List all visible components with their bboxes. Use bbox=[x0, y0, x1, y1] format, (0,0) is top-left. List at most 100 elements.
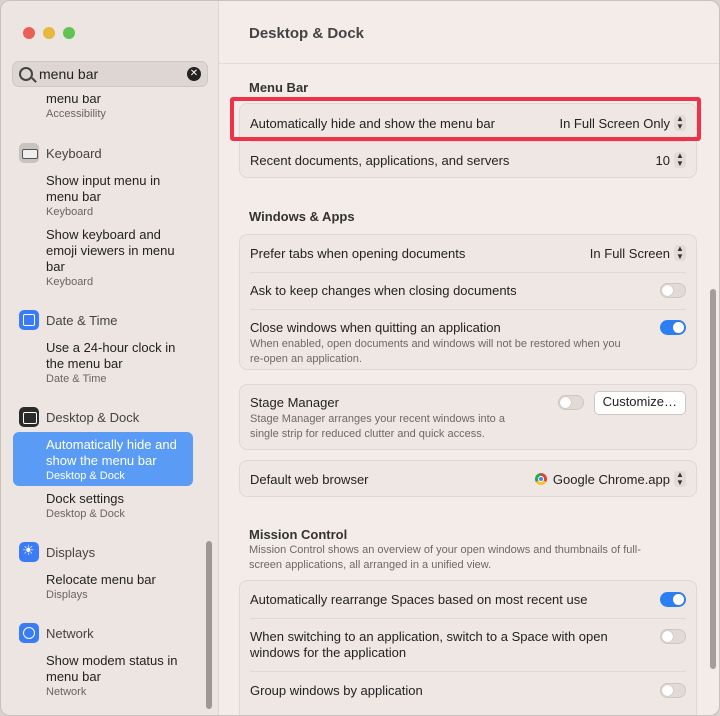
header-divider bbox=[219, 63, 719, 64]
close-windows-row: Close windows when quitting an applicati… bbox=[240, 309, 696, 369]
category-label: Keyboard bbox=[46, 145, 102, 161]
stage-manager-description: single strip for reduced clutter and qui… bbox=[250, 428, 485, 440]
result-title-line: show the menu bar bbox=[46, 453, 157, 468]
stage-manager-toggle[interactable] bbox=[558, 395, 584, 410]
result-title: menu bar bbox=[46, 95, 101, 106]
result-title-line: Dock settings bbox=[46, 491, 125, 506]
group-windows-toggle[interactable] bbox=[660, 683, 686, 698]
prefer-tabs-label: Prefer tabs when opening documents bbox=[250, 246, 466, 261]
result-accessibility-menu-bar[interactable]: menu bar Accessibility bbox=[46, 95, 196, 121]
close-windows-description: re-open an application. bbox=[250, 353, 362, 365]
result-subtitle: Keyboard bbox=[46, 206, 94, 218]
ask-keep-toggle[interactable] bbox=[660, 283, 686, 298]
globe-icon bbox=[19, 623, 39, 643]
result-subtitle: Desktop & Dock bbox=[46, 470, 125, 482]
result-title-line: menu bar bbox=[46, 669, 101, 684]
search-field[interactable]: ✕ bbox=[12, 61, 208, 87]
result-title-line: emoji viewers in menu bbox=[46, 243, 175, 258]
section-title-menu-bar: Menu Bar bbox=[249, 80, 309, 95]
minimize-window-button[interactable] bbox=[43, 27, 55, 39]
category-label: Displays bbox=[46, 544, 96, 560]
category-displays: Displays bbox=[19, 542, 95, 562]
result-keyboard-emoji-viewers[interactable]: Show keyboard and emoji viewers in menu … bbox=[46, 227, 196, 289]
zoom-window-button[interactable] bbox=[63, 27, 75, 39]
result-title-line: bar bbox=[46, 259, 65, 274]
result-show-input-menu[interactable]: Show input menu in menu bar Keyboard bbox=[46, 173, 196, 219]
search-icon bbox=[19, 67, 33, 81]
close-windows-toggle[interactable] bbox=[660, 320, 686, 335]
default-browser-value: Google Chrome.app bbox=[552, 472, 670, 487]
mission-control-description: Mission Control shows an overview of you… bbox=[249, 543, 641, 573]
stage-manager-label: Stage Manager bbox=[250, 395, 339, 410]
result-subtitle: Keyboard bbox=[46, 276, 94, 288]
result-title-line: menu bar bbox=[46, 189, 101, 204]
default-browser-row: Default web browser Google Chrome.app ▲ ▼ bbox=[240, 461, 696, 498]
page-title: Desktop & Dock bbox=[249, 25, 365, 42]
result-subtitle: Desktop & Dock bbox=[46, 508, 125, 520]
stage-manager-row: Stage Manager Stage Manager arranges you… bbox=[240, 385, 696, 451]
category-desktop-dock: Desktop & Dock bbox=[19, 407, 139, 427]
result-24-hour-clock[interactable]: Use a 24-hour clock in the menu bar Date… bbox=[46, 340, 196, 386]
description-line: screen applications, all arranged in a u… bbox=[249, 559, 492, 571]
result-relocate-menu-bar[interactable]: Relocate menu bar Displays bbox=[46, 572, 196, 602]
keyboard-icon bbox=[19, 143, 39, 163]
category-date-time: Date & Time bbox=[19, 310, 118, 330]
description-line: Mission Control shows an overview of you… bbox=[249, 544, 641, 556]
switch-space-label: When switching to an application, switch… bbox=[250, 629, 608, 644]
recent-items-popup[interactable]: 10 bbox=[656, 153, 670, 168]
clear-search-icon[interactable]: ✕ bbox=[187, 67, 201, 81]
highlight-box bbox=[230, 97, 701, 141]
desktop-dock-icon bbox=[19, 407, 39, 427]
section-title-windows-apps: Windows & Apps bbox=[249, 209, 355, 224]
group-windows-label: Group windows by application bbox=[250, 683, 423, 698]
result-title-line: the menu bar bbox=[46, 356, 123, 371]
result-auto-hide-menu-bar[interactable]: Automatically hide and show the menu bar… bbox=[13, 432, 193, 486]
recent-items-label: Recent documents, applications, and serv… bbox=[250, 153, 510, 168]
ask-keep-label: Ask to keep changes when closing documen… bbox=[250, 283, 517, 298]
category-keyboard: Keyboard bbox=[19, 143, 102, 163]
switch-space-toggle[interactable] bbox=[660, 629, 686, 644]
calendar-clock-icon bbox=[19, 310, 39, 330]
rearrange-spaces-toggle[interactable] bbox=[660, 592, 686, 607]
category-label: Desktop & Dock bbox=[46, 409, 140, 425]
result-subtitle: Accessibility bbox=[46, 108, 106, 120]
category-network: Network bbox=[19, 623, 94, 643]
close-windows-label: Close windows when quitting an applicati… bbox=[250, 320, 501, 335]
close-window-button[interactable] bbox=[23, 27, 35, 39]
customize-button[interactable]: Customize… bbox=[593, 391, 686, 415]
result-title-line: Show modem status in bbox=[46, 653, 178, 668]
result-title-line: Relocate menu bar bbox=[46, 572, 156, 587]
popup-chevron-icon[interactable]: ▲ ▼ bbox=[674, 245, 686, 261]
recent-items-row: Recent documents, applications, and serv… bbox=[240, 141, 696, 178]
main-pane: Desktop & Dock Menu Bar Automatically hi… bbox=[219, 1, 719, 715]
popup-chevron-icon[interactable]: ▲ ▼ bbox=[674, 152, 686, 168]
group-windows-row: Group windows by application bbox=[240, 671, 696, 708]
result-title-line: Show input menu in bbox=[46, 173, 161, 188]
switch-space-label: windows for the application bbox=[250, 645, 407, 660]
stage-manager-description: Stage Manager arranges your recent windo… bbox=[250, 413, 505, 425]
result-title-line: Automatically hide and bbox=[46, 437, 177, 452]
mission-control-group: Automatically rearrange Spaces based on … bbox=[239, 580, 697, 715]
popup-chevron-icon[interactable]: ▲ ▼ bbox=[674, 471, 686, 487]
sidebar: ✕ menu bar Accessibility Keyboard Show i… bbox=[1, 1, 219, 715]
result-modem-status[interactable]: Show modem status in menu bar Network bbox=[46, 653, 196, 699]
sun-icon bbox=[19, 542, 39, 562]
result-subtitle: Date & Time bbox=[46, 373, 107, 385]
sidebar-scrollbar[interactable] bbox=[206, 541, 212, 709]
result-title-line: Use a 24-hour clock in bbox=[46, 340, 176, 355]
default-browser-label: Default web browser bbox=[250, 472, 369, 487]
browser-group: Default web browser Google Chrome.app ▲ ▼ bbox=[239, 460, 697, 497]
search-input[interactable] bbox=[39, 65, 189, 83]
close-windows-description: When enabled, open documents and windows… bbox=[250, 338, 621, 350]
windows-apps-group: Prefer tabs when opening documents In Fu… bbox=[239, 234, 697, 370]
stage-manager-group: Stage Manager Stage Manager arranges you… bbox=[239, 384, 697, 450]
result-dock-settings[interactable]: Dock settings Desktop & Dock bbox=[46, 491, 196, 521]
ask-keep-changes-row: Ask to keep changes when closing documen… bbox=[240, 272, 696, 309]
main-scrollbar[interactable] bbox=[710, 289, 716, 669]
rearrange-spaces-label: Automatically rearrange Spaces based on … bbox=[250, 592, 588, 607]
default-browser-popup[interactable]: Google Chrome.app bbox=[534, 472, 670, 487]
prefer-tabs-popup[interactable]: In Full Screen bbox=[590, 246, 670, 261]
search-results: menu bar Accessibility Keyboard Show inp… bbox=[1, 95, 218, 715]
settings-window: ✕ menu bar Accessibility Keyboard Show i… bbox=[0, 0, 720, 716]
rearrange-spaces-row: Automatically rearrange Spaces based on … bbox=[240, 581, 696, 618]
